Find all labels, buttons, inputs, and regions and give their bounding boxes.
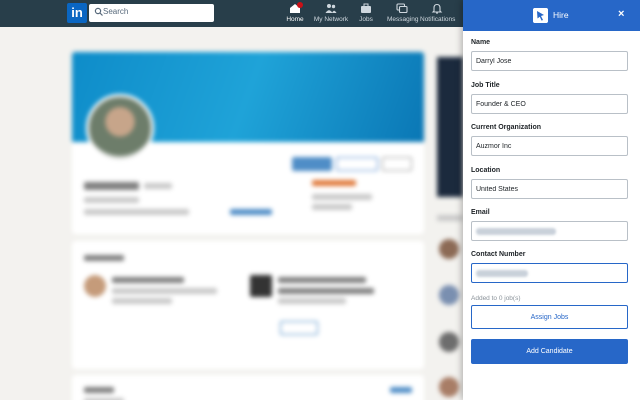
nav-home-label: Home [286,16,304,23]
job-title-label: Job Title [471,82,500,89]
highlight-line [278,288,374,294]
profile-contact-placeholder [230,209,272,215]
job-title-input[interactable] [471,94,628,114]
organization-label: Current Organization [471,124,542,131]
hire-panel: Hire × Name Job Title Current Organizati… [463,0,640,400]
jobs-added-note: Added to 0 job(s) [471,295,521,302]
highlight-line [278,277,366,283]
search-placeholder: Search [103,7,129,16]
profile-headline-placeholder [84,197,139,203]
nav-my-network-label: My Network [313,16,349,23]
messaging-icon [396,3,408,14]
nav-my-network[interactable]: My Network [313,3,349,27]
highlights-card [72,241,424,369]
highlight-line [112,277,184,283]
profile-name-placeholder [84,182,139,190]
hire-panel-header: Hire × [463,0,640,31]
search-box[interactable]: Search [89,4,214,22]
name-label: Name [471,39,491,46]
contact-number-label: Contact Number [471,251,526,258]
nav-jobs-label: Jobs [359,16,373,23]
nav-home[interactable]: Home [285,2,305,27]
highlight-line [112,288,217,294]
activity-heading-placeholder [84,387,114,393]
bell-icon [431,3,443,14]
profile-action-button [292,157,332,171]
nav-messaging[interactable]: Messaging [387,3,419,27]
close-icon[interactable]: × [618,8,624,20]
name-input[interactable] [471,51,628,71]
highlight-thumbnail [250,275,272,297]
nav-notifications[interactable]: Notifications [420,3,456,27]
highlight-line [278,298,346,304]
email-masked-value [476,228,556,235]
nav-jobs[interactable]: Jobs [356,3,376,27]
network-icon [325,4,337,13]
notification-badge [297,2,303,8]
profile-company-placeholder [312,180,356,186]
profile-school-placeholder [312,194,372,200]
organization-input[interactable] [471,136,628,156]
email-label: Email [471,209,490,216]
highlight-button [280,321,318,335]
profile-action-button [336,157,378,171]
sidebar-heading-placeholder [437,215,463,221]
activity-link-placeholder [390,387,412,393]
location-input[interactable] [471,179,628,199]
profile-action-button [382,157,412,171]
nav-messaging-label: Messaging [387,16,419,23]
contact-masked-value [476,270,528,277]
sidebar-person-avatar [439,332,459,352]
location-label: Location [471,167,501,174]
profile-avatar [86,94,154,162]
briefcase-icon [361,3,371,13]
sidebar-person-avatar [439,377,459,397]
highlight-thumbnail [84,275,106,297]
highlight-line [112,298,172,304]
add-candidate-button[interactable]: Add Candidate [471,339,628,364]
hire-logo-icon [533,8,548,23]
assign-jobs-button[interactable]: Assign Jobs [471,305,628,329]
sidebar-person-avatar [439,239,459,259]
hire-panel-title: Hire [553,10,569,20]
nav-notifications-label: Notifications [420,16,456,23]
profile-card [72,52,424,234]
highlights-heading-placeholder [84,255,124,261]
activity-card [72,375,424,400]
sidebar-person-avatar [439,285,459,305]
profile-school-placeholder [312,204,352,210]
sidebar-ad [437,57,463,197]
profile-degree-placeholder [144,183,172,189]
linkedin-logo[interactable]: in [67,3,87,23]
profile-location-placeholder [84,209,189,215]
profile-page-background [0,27,463,400]
